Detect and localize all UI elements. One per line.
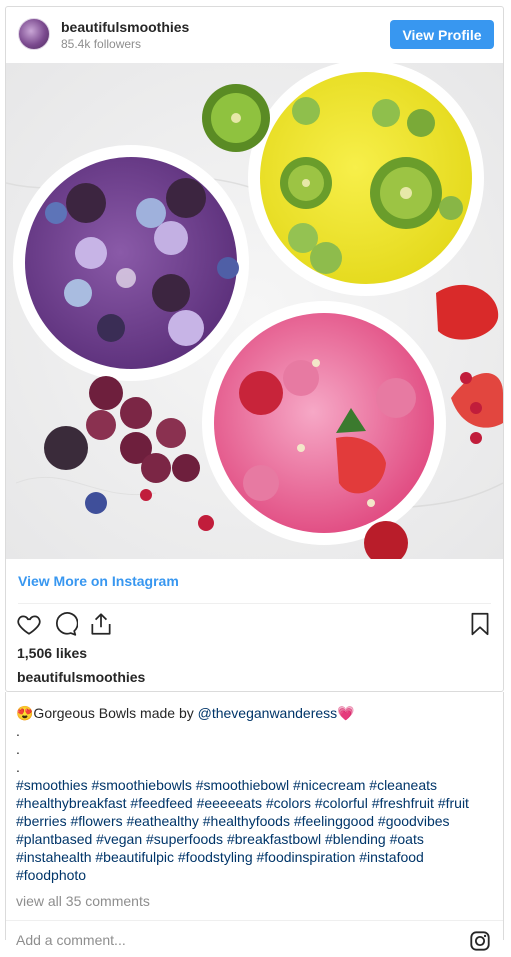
view-more-link[interactable]: View More on Instagram xyxy=(18,573,179,589)
view-comments-link[interactable]: view all 35 comments xyxy=(16,893,150,909)
caption-first-line: 😍Gorgeous Bowls made by @theveganwandere… xyxy=(16,704,494,722)
view-profile-button[interactable]: View Profile xyxy=(390,20,494,49)
like-count[interactable]: 1,506 likes xyxy=(17,645,87,661)
heart-emoji: 💗 xyxy=(337,705,355,721)
bookmark-icon[interactable] xyxy=(467,611,493,637)
post-caption: 😍Gorgeous Bowls made by @theveganwandere… xyxy=(16,704,494,884)
caption-dot: . xyxy=(16,741,20,757)
divider xyxy=(18,603,491,604)
caption-dot: . xyxy=(16,723,20,739)
heart-icon[interactable] xyxy=(16,611,42,637)
post-header: beautifulsmoothies 85.4k followers View … xyxy=(6,7,503,63)
instagram-icon[interactable] xyxy=(469,930,491,952)
hashtag-list[interactable]: #smoothies #smoothiebowls #smoothiebowl … xyxy=(16,776,494,884)
post-author[interactable]: beautifulsmoothies xyxy=(17,669,145,685)
caption-dot: . xyxy=(16,759,20,775)
mention-link[interactable]: @theveganwanderess xyxy=(198,705,338,721)
caption-text: 😍Gorgeous Bowls made by xyxy=(16,705,198,721)
username[interactable]: beautifulsmoothies xyxy=(61,19,189,35)
post-image[interactable] xyxy=(6,63,503,559)
action-bar xyxy=(6,607,503,643)
comment-icon[interactable] xyxy=(52,611,79,637)
avatar[interactable] xyxy=(18,18,50,50)
add-comment-input[interactable]: Add a comment... xyxy=(16,932,126,948)
divider xyxy=(6,920,503,921)
caption-section: 😍Gorgeous Bowls made by @theveganwandere… xyxy=(5,692,504,951)
smoothie-bowls-photo xyxy=(6,63,503,559)
share-icon[interactable] xyxy=(88,611,114,637)
follower-count: 85.4k followers xyxy=(61,37,142,51)
instagram-embed-card: beautifulsmoothies 85.4k followers View … xyxy=(5,6,504,692)
